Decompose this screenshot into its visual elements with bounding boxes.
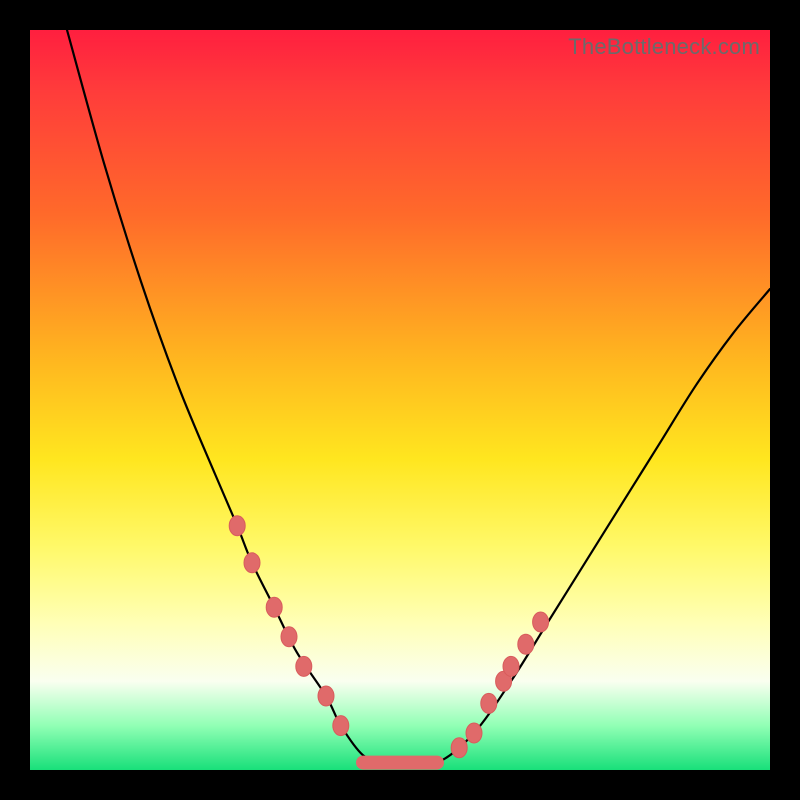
curve-markers-right bbox=[451, 612, 548, 758]
curve-marker bbox=[466, 723, 482, 743]
curve-marker bbox=[318, 686, 334, 706]
curve-marker bbox=[296, 656, 312, 676]
curve-marker bbox=[518, 634, 534, 654]
chart-frame: TheBottleneck.com bbox=[0, 0, 800, 800]
curve-marker bbox=[533, 612, 549, 632]
chart-plot-area: TheBottleneck.com bbox=[30, 30, 770, 770]
curve-marker bbox=[481, 693, 497, 713]
curve-marker bbox=[229, 516, 245, 536]
curve-marker bbox=[244, 553, 260, 573]
chart-overlay bbox=[30, 30, 770, 770]
curve-marker bbox=[503, 656, 519, 676]
curve-marker bbox=[266, 597, 282, 617]
curve-marker bbox=[333, 716, 349, 736]
curve-marker bbox=[451, 738, 467, 758]
curve-marker bbox=[281, 627, 297, 647]
bottleneck-curve bbox=[67, 30, 770, 765]
